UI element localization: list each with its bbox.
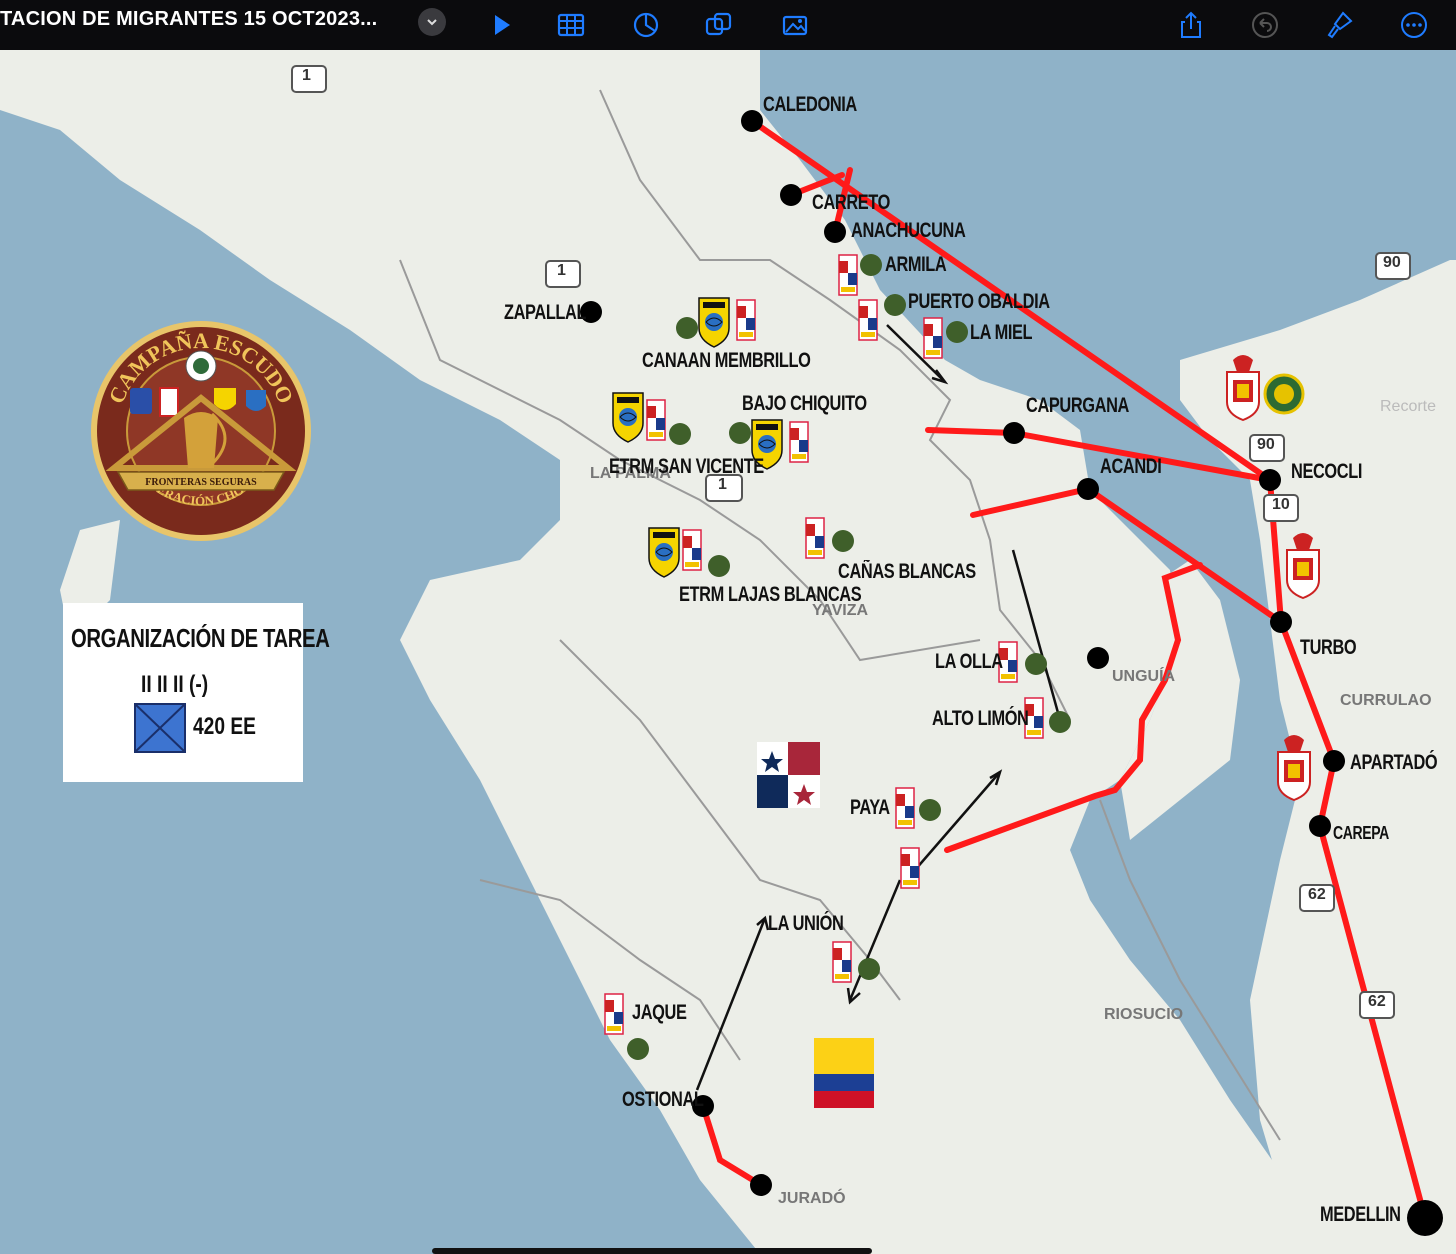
place-label-zapallal: ZAPALLAL [504,301,587,324]
place-label-acandi: ACANDI [1100,455,1162,478]
place-label-puerto-obaldia: PUERTO OBALDIA [908,290,1050,313]
place-label-turbo: TURBO [1300,636,1357,659]
road-shield-label: 10 [1272,496,1290,513]
place-label-jurado: JURADÓ [778,1190,846,1207]
place-label-ostional: OSTIONAL [622,1088,704,1111]
format-brush-icon[interactable] [1320,6,1358,44]
place-label-riosucio: RIOSUCIO [1104,1006,1184,1023]
road-shield-label: 62 [1368,993,1386,1010]
place-label-la-union: LA UNIÓN [768,912,844,935]
place-label-capurgana: CAPURGANA [1026,394,1129,417]
panama-flag [757,742,820,808]
place-label-bajo-chiquito: BAJO CHIQUITO [742,392,867,415]
undo-icon[interactable] [1246,6,1284,44]
place-label-etrm-san-vicente: ETRM SAN VICENTE [609,455,764,478]
campaign-seal: CAMPAÑA ESCUDO OPERACIÓN CHOCÓ FRONTERAS… [88,318,314,544]
place-label-carreto: CARRETO [812,191,890,214]
toolbar: TACION DE MIGRANTES 15 OCT2023... [0,0,1456,50]
document-title[interactable]: TACION DE MIGRANTES 15 OCT2023... [0,8,377,31]
home-indicator [432,1248,872,1254]
legend-echelon: II II II (-) [141,671,209,698]
road-shield-label: 90 [1257,436,1275,453]
place-label-apartado: APARTADÓ [1350,751,1438,774]
place-label-carepa: CAREPA [1333,823,1389,843]
place-label-paya: PAYA [850,796,890,819]
more-icon[interactable] [1395,6,1433,44]
place-label-jaque: JAQUE [632,1001,687,1024]
place-label-la-miel: LA MIEL [970,321,1033,344]
place-label-medellin: MEDELLIN [1320,1203,1401,1226]
place-label-necocli: NECOCLI [1291,460,1362,483]
colombia-flag [814,1038,874,1108]
task-organization-legend: ORGANIZACIÓN DE TAREA II II II (-) 420 E… [63,603,330,782]
media-icon[interactable] [776,6,814,44]
road-shield-label: 1 [557,262,566,279]
table-icon[interactable] [552,6,590,44]
road-shield-label: 62 [1308,886,1326,903]
chevron-down-icon[interactable] [418,8,446,36]
play-icon[interactable] [482,6,520,44]
legend-title: ORGANIZACIÓN DE TAREA [71,623,330,653]
road-shield-label: 1 [302,67,311,84]
place-label-anachucuna: ANACHUCUNA [851,219,966,242]
legend-count: 420 EE [193,713,256,740]
place-label-canaan-membrillo: CANAAN MEMBRILLO [642,349,811,372]
place-label-alto-limon: ALTO LIMÓN [932,707,1029,730]
place-label-etrm-lajas-blancas: ETRM LAJAS BLANCAS [679,583,862,606]
road-shield-label: 90 [1383,254,1401,271]
shapes-icon[interactable] [700,6,738,44]
recorte-hint: Recorte [1380,398,1437,415]
chart-icon[interactable] [627,6,665,44]
place-label-canas-blancas: CAÑAS BLANCAS [838,560,976,583]
place-label-la-olla: LA OLLA [935,650,1003,673]
place-label-armila: ARMILA [885,253,947,276]
place-label-unguia: UNGUÍA [1112,668,1176,685]
infantry-unit-symbol-icon [134,703,186,753]
place-label-caledonia: CALEDONIA [763,93,857,116]
share-icon[interactable] [1172,6,1210,44]
place-label-currulao: CURRULAO [1340,692,1432,709]
seal-banner-text: FRONTERAS SEGURAS [145,477,257,488]
